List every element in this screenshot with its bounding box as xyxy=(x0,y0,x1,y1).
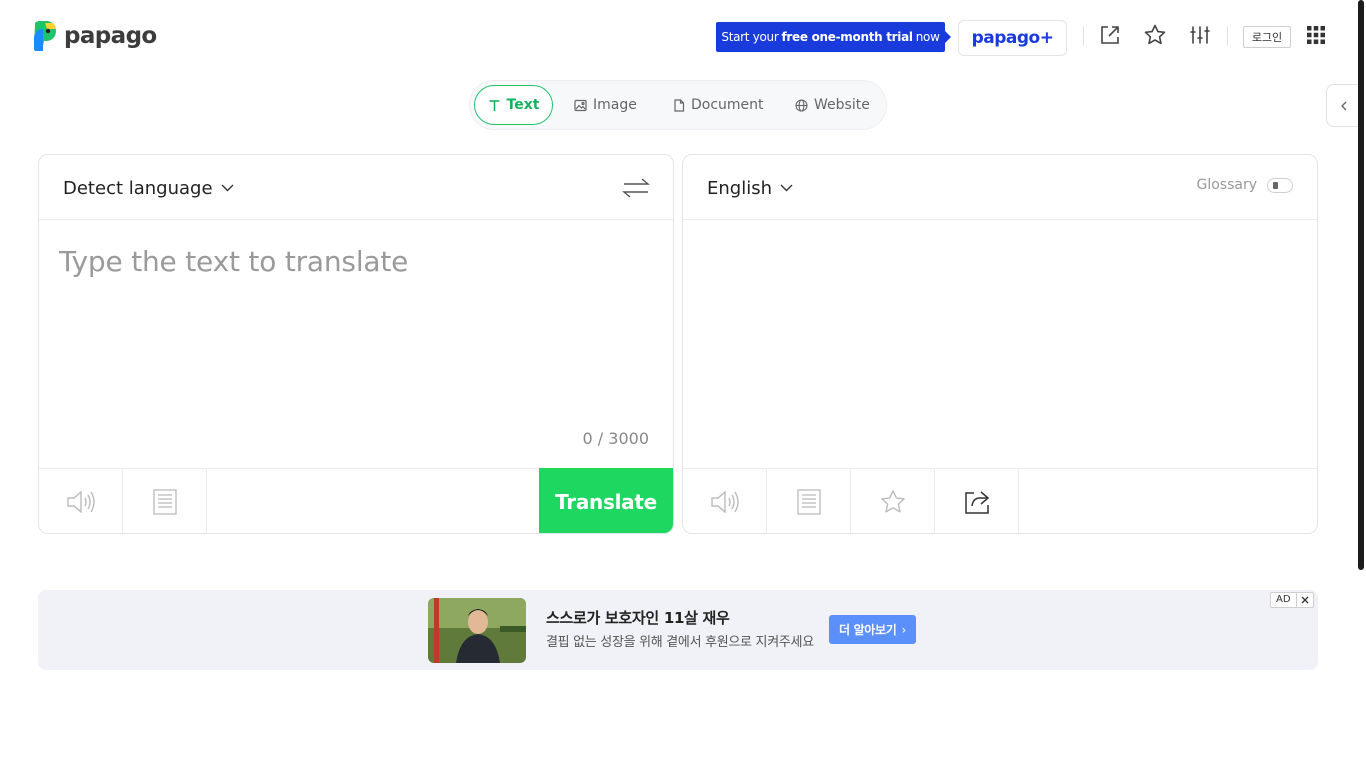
settings-button[interactable] xyxy=(1187,22,1213,48)
ad-close-button[interactable] xyxy=(1297,593,1313,607)
ad-photo xyxy=(428,598,526,663)
logo-text: papago xyxy=(64,23,157,49)
promo-prefix: Start your xyxy=(721,30,779,44)
papago-logo[interactable]: papago xyxy=(32,19,157,53)
close-icon xyxy=(1301,596,1309,604)
ad-label: AD xyxy=(1271,593,1297,607)
tab-website[interactable]: Website xyxy=(795,85,870,125)
target-language-label: English xyxy=(707,177,772,199)
apps-grid-icon xyxy=(1307,26,1325,44)
tab-website-label: Website xyxy=(814,97,870,113)
favorites-star-icon xyxy=(1144,24,1166,45)
listen-source-button[interactable] xyxy=(39,469,123,533)
scrollbar-thumb[interactable] xyxy=(1358,0,1364,570)
tab-document-label: Document xyxy=(691,97,764,113)
source-panel-footer: Translate xyxy=(39,468,673,533)
papago-parrot-icon xyxy=(34,21,56,51)
copy-translation-button[interactable] xyxy=(767,469,851,533)
target-panel-footer xyxy=(683,468,1317,533)
copy-document-icon xyxy=(796,489,821,515)
copy-document-icon xyxy=(152,489,177,515)
ad-badge: AD xyxy=(1270,592,1314,608)
share-button[interactable] xyxy=(935,469,1019,533)
source-language-label: Detect language xyxy=(63,177,213,199)
side-panel-toggle[interactable] xyxy=(1326,84,1360,127)
speaker-icon xyxy=(710,490,739,514)
source-text-input[interactable] xyxy=(59,245,649,405)
apps-menu-button[interactable] xyxy=(1303,22,1329,48)
chevron-down-icon xyxy=(221,184,234,192)
header-divider xyxy=(1083,26,1084,46)
ad-description: 결핍 없는 성장을 위해 곁에서 후원으로 지켜주세요 xyxy=(546,635,814,650)
open-new-window-button[interactable] xyxy=(1097,22,1123,48)
swap-arrows-icon xyxy=(622,178,650,198)
chevron-right-icon: › xyxy=(901,622,907,637)
listen-translation-button[interactable] xyxy=(683,469,767,533)
chevron-left-icon xyxy=(1340,101,1346,110)
tab-text-label: Text xyxy=(506,97,540,113)
save-favorite-button[interactable] xyxy=(851,469,935,533)
settings-sliders-icon xyxy=(1190,26,1210,44)
image-icon xyxy=(574,99,587,111)
papago-plus-button[interactable]: papago+ xyxy=(958,20,1067,56)
source-panel-header: Detect language xyxy=(39,155,673,220)
tab-text[interactable]: Text xyxy=(474,85,553,125)
promo-highlight: free one-month trial xyxy=(781,30,914,44)
login-button[interactable]: 로그인 xyxy=(1243,26,1291,48)
trial-promo-banner[interactable]: Start your free one-month trial now xyxy=(716,22,951,52)
target-panel-header: English Glossary xyxy=(683,155,1317,220)
glossary-control: Glossary xyxy=(1196,177,1293,193)
target-language-select[interactable]: English xyxy=(707,176,793,200)
document-icon xyxy=(674,98,685,112)
translation-mode-tabs: Text Image Document Website xyxy=(469,80,887,130)
translate-button[interactable]: Translate xyxy=(539,468,673,533)
character-count: 0 / 3000 xyxy=(582,429,649,448)
star-icon xyxy=(880,490,905,513)
target-panel: English Glossary xyxy=(682,154,1318,534)
text-icon xyxy=(489,99,500,111)
promo-suffix: now xyxy=(915,30,940,44)
translation-output xyxy=(707,245,1297,445)
open-new-window-icon xyxy=(1101,26,1119,44)
advertisement-banner[interactable]: 스스로가 보호자인 11살 재우 결핍 없는 성장을 위해 곁에서 후원으로 지… xyxy=(38,590,1318,670)
ad-title: 스스로가 보호자인 11살 재우 xyxy=(546,609,730,627)
tab-image-label: Image xyxy=(593,97,637,113)
favorites-button[interactable] xyxy=(1142,22,1168,48)
tab-document[interactable]: Document xyxy=(673,85,764,125)
share-icon xyxy=(964,491,989,514)
chevron-down-icon xyxy=(780,184,793,192)
globe-icon xyxy=(795,98,808,112)
speaker-icon xyxy=(66,490,95,514)
copy-source-button[interactable] xyxy=(123,469,207,533)
tab-image[interactable]: Image xyxy=(574,85,637,125)
source-language-select[interactable]: Detect language xyxy=(63,176,234,200)
ad-learn-more-button[interactable]: 더 알아보기 › xyxy=(829,615,916,644)
source-panel: Detect language 0 / 3000 xyxy=(38,154,674,534)
header-divider xyxy=(1227,26,1228,46)
ad-cta-label: 더 알아보기 xyxy=(838,623,897,637)
glossary-label: Glossary xyxy=(1196,177,1257,193)
swap-languages-button[interactable] xyxy=(621,174,651,202)
glossary-toggle[interactable] xyxy=(1267,177,1293,193)
